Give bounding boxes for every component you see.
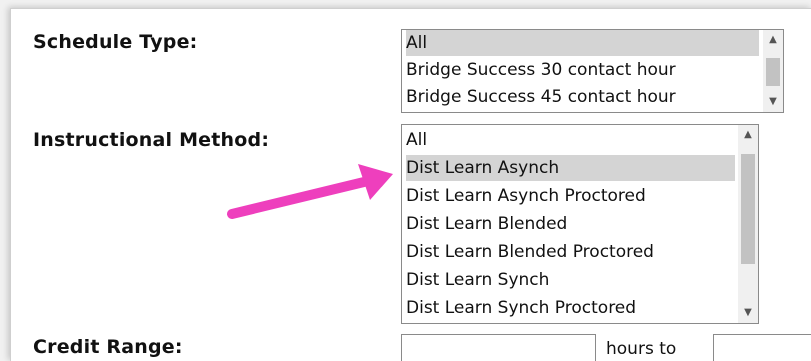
pointer-arrow-icon xyxy=(227,164,393,219)
arrow-shaft xyxy=(227,177,369,219)
